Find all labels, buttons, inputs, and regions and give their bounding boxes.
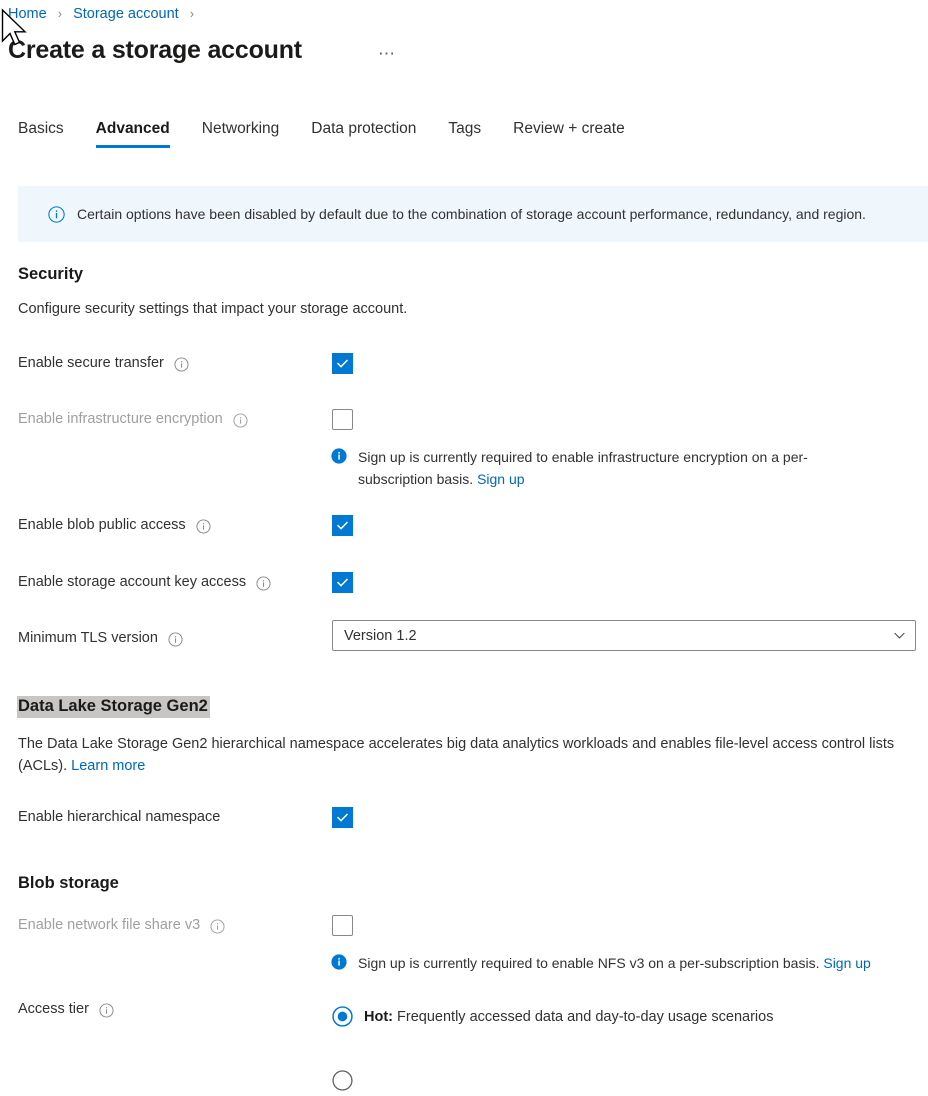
breadcrumb-item-storage-account[interactable]: Storage account xyxy=(73,6,179,22)
radio-label-access-tier-hot: Hot: Frequently accessed data and day-to… xyxy=(364,1009,773,1025)
breadcrumb: Home › Storage account › xyxy=(8,3,201,25)
radio-label-rest-hot: Frequently accessed data and day-to-day … xyxy=(393,1008,774,1025)
radio-selected-icon xyxy=(332,1006,353,1027)
info-circle-icon xyxy=(48,205,65,223)
page-title: Create a storage account xyxy=(8,36,302,64)
tab-basics[interactable]: Basics xyxy=(18,120,64,148)
label-text-enable-blob-public-access: Enable blob public access xyxy=(18,517,186,533)
check-icon xyxy=(336,813,349,822)
dropdown-minimum-tls-version[interactable]: Version 1.2 xyxy=(332,620,916,651)
note-body-nfs-v3: Sign up is currently required to enable … xyxy=(358,955,824,971)
tab-advanced[interactable]: Advanced xyxy=(95,120,170,148)
info-banner-text: Certain options have been disabled by de… xyxy=(77,205,866,222)
info-banner: Certain options have been disabled by de… xyxy=(18,186,928,242)
label-text-enable-secure-transfer: Enable secure transfer xyxy=(18,355,164,371)
info-icon-access-tier[interactable] xyxy=(99,1002,114,1018)
info-icon-network-file-share-v3[interactable] xyxy=(210,918,225,934)
label-enable-network-file-share-v3: Enable network file share v3 xyxy=(18,917,225,934)
tab-review-create[interactable]: Review + create xyxy=(513,120,625,148)
link-sign-up-nfs-v3[interactable]: Sign up xyxy=(823,955,870,971)
info-filled-icon xyxy=(331,954,347,970)
note-text-infrastructure-encryption: Sign up is currently required to enable … xyxy=(358,446,861,490)
checkbox-enable-hierarchical-namespace[interactable] xyxy=(332,807,353,828)
label-text-enable-network-file-share-v3: Enable network file share v3 xyxy=(18,917,201,933)
section-description-data-lake: The Data Lake Storage Gen2 hierarchical … xyxy=(18,733,910,777)
radio-option-access-tier-cool-partial[interactable] xyxy=(332,1070,353,1096)
label-access-tier: Access tier xyxy=(18,1001,114,1018)
more-options-button[interactable]: ⋯ xyxy=(378,44,396,64)
note-nfs-v3-signup: Sign up is currently required to enable … xyxy=(331,952,921,974)
check-icon xyxy=(336,578,349,587)
section-heading-blob-storage: Blob storage xyxy=(18,874,119,892)
label-enable-infrastructure-encryption: Enable infrastructure encryption xyxy=(18,411,248,428)
note-body-infrastructure-encryption: Sign up is currently required to enable … xyxy=(358,449,808,487)
check-icon xyxy=(336,521,349,530)
label-enable-secure-transfer: Enable secure transfer xyxy=(18,355,189,372)
checkbox-enable-blob-public-access[interactable] xyxy=(332,515,353,536)
checkbox-enable-secure-transfer[interactable] xyxy=(332,353,353,374)
tab-data-protection[interactable]: Data protection xyxy=(311,120,416,148)
label-text-enable-hierarchical-namespace: Enable hierarchical namespace xyxy=(18,809,221,825)
dropdown-value-minimum-tls-version: Version 1.2 xyxy=(344,627,417,644)
label-enable-storage-account-key-access: Enable storage account key access xyxy=(18,574,271,591)
section-heading-data-lake-storage-gen2: Data Lake Storage Gen2 xyxy=(17,696,210,718)
checkbox-enable-storage-account-key-access[interactable] xyxy=(332,572,353,593)
section-description-data-lake-text: The Data Lake Storage Gen2 hierarchical … xyxy=(18,736,895,774)
label-text-enable-storage-account-key-access: Enable storage account key access xyxy=(18,574,247,590)
radio-option-access-tier-hot[interactable]: Hot: Frequently accessed data and day-to… xyxy=(332,1006,773,1027)
tab-bar: Basics Advanced Networking Data protecti… xyxy=(18,120,625,148)
link-learn-more-data-lake[interactable]: Learn more xyxy=(71,758,145,774)
link-sign-up-infrastructure-encryption[interactable]: Sign up xyxy=(477,471,524,487)
breadcrumb-separator-icon-2: › xyxy=(189,6,195,21)
radio-label-bold-hot: Hot: xyxy=(364,1008,393,1025)
info-icon-infrastructure-encryption[interactable] xyxy=(233,412,248,428)
note-text-nfs-v3: Sign up is currently required to enable … xyxy=(358,952,871,974)
breadcrumb-separator-icon: › xyxy=(57,6,63,21)
label-text-enable-infrastructure-encryption: Enable infrastructure encryption xyxy=(18,411,223,427)
checkbox-enable-infrastructure-encryption[interactable] xyxy=(332,409,353,430)
info-icon-minimum-tls-version[interactable] xyxy=(168,631,183,647)
info-icon-secure-transfer[interactable] xyxy=(174,356,189,372)
label-text-minimum-tls-version: Minimum TLS version xyxy=(18,630,158,646)
note-infrastructure-encryption-signup: Sign up is currently required to enable … xyxy=(331,446,861,490)
check-icon xyxy=(336,359,349,368)
chevron-down-icon xyxy=(893,629,906,642)
info-icon-blob-public-access[interactable] xyxy=(196,518,211,534)
label-minimum-tls-version: Minimum TLS version xyxy=(18,630,183,647)
label-enable-blob-public-access: Enable blob public access xyxy=(18,517,211,534)
label-enable-hierarchical-namespace: Enable hierarchical namespace xyxy=(18,809,220,825)
label-text-access-tier: Access tier xyxy=(18,1001,89,1017)
tab-networking[interactable]: Networking xyxy=(202,120,280,148)
section-description-security: Configure security settings that impact … xyxy=(18,301,408,317)
info-filled-icon xyxy=(331,448,347,464)
tab-tags[interactable]: Tags xyxy=(448,120,481,148)
checkbox-enable-network-file-share-v3[interactable] xyxy=(332,915,353,936)
breadcrumb-item-home[interactable]: Home xyxy=(8,6,47,22)
info-icon-key-access[interactable] xyxy=(256,575,271,591)
section-heading-security: Security xyxy=(18,265,84,283)
